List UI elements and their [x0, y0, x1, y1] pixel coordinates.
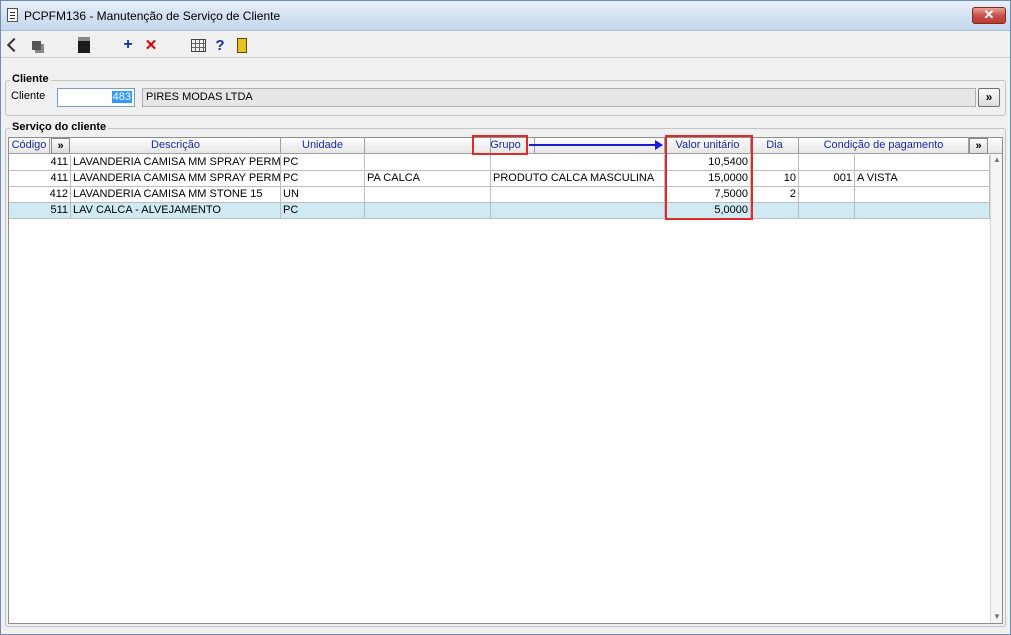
cell-dia[interactable] [751, 203, 799, 219]
add-icon[interactable]: + [119, 36, 137, 54]
scroll-down-icon[interactable]: ▼ [991, 611, 1003, 623]
cell-cond-cod[interactable] [799, 155, 855, 171]
cell-valor[interactable]: 7,5000 [665, 187, 751, 203]
servico-group-label: Serviço do cliente [10, 121, 109, 133]
col-codigo-expand-button[interactable]: » [51, 138, 70, 154]
export-icon[interactable] [5, 36, 23, 54]
col-grupo[interactable]: Grupo [477, 138, 535, 154]
cell-c4[interactable] [365, 155, 491, 171]
cell-dia[interactable]: 2 [751, 187, 799, 203]
cliente-group: Cliente Cliente 483 PIRES MODAS LTDA » [5, 73, 1006, 116]
table-row[interactable]: 412 LAVANDERIA CAMISA MM STONE 15 UN 7,5000… [9, 187, 990, 203]
cell-valor[interactable]: 5,0000 [665, 203, 751, 219]
cell-cond-desc[interactable] [855, 203, 990, 219]
cell-unidade[interactable]: PC [281, 171, 365, 187]
col-valor-unitario[interactable]: Valor unitário [665, 138, 751, 154]
copy-icon[interactable] [27, 36, 45, 54]
cell-c4[interactable]: PA CALCA [365, 171, 491, 187]
col-descricao[interactable]: Descrição [71, 138, 281, 154]
save-icon[interactable] [75, 36, 93, 54]
toolbar: + ✕ ? [1, 32, 1010, 58]
col-blank-1[interactable] [365, 138, 491, 154]
cell-codigo[interactable]: 511 [9, 203, 71, 219]
cell-c4[interactable] [365, 203, 491, 219]
app-window: PCPFM136 - Manutenção de Serviço de Clie… [0, 0, 1011, 635]
cell-grupo[interactable] [491, 155, 665, 171]
help-icon[interactable]: ? [211, 36, 229, 54]
cell-grupo[interactable]: PRODUTO CALCA MASCULINA [491, 171, 665, 187]
cliente-group-label: Cliente [10, 73, 51, 85]
cell-dia[interactable] [751, 155, 799, 171]
document-icon [7, 8, 18, 22]
cell-codigo[interactable]: 411 [9, 171, 71, 187]
cell-descricao[interactable]: LAVANDERIA CAMISA MM STONE 15 [71, 187, 281, 203]
col-blank-2[interactable] [535, 138, 665, 154]
window-title: PCPFM136 - Manutenção de Serviço de Clie… [24, 9, 281, 23]
cell-descricao[interactable]: LAVANDERIA CAMISA MM SPRAY PERMAN [71, 171, 281, 187]
cliente-field-label: Cliente [11, 90, 46, 102]
table-row[interactable]: 511 LAV CALCA - ALVEJAMENTO PC 5,0000 [9, 203, 990, 219]
cliente-code-value: 483 [111, 91, 132, 103]
exit-icon[interactable] [233, 36, 251, 54]
table-row[interactable]: 411 LAVANDERIA CAMISA MM SPRAY PERMAN PC 10… [9, 155, 990, 171]
cell-valor[interactable]: 10,5400 [665, 155, 751, 171]
col-condicao-pagamento[interactable]: Condição de pagamento [799, 138, 969, 154]
servico-group: Serviço do cliente Código » Descrição Un… [5, 121, 1006, 627]
cell-grupo[interactable] [491, 203, 665, 219]
cell-unidade[interactable]: PC [281, 203, 365, 219]
vertical-scrollbar[interactable]: ▲ ▼ [990, 154, 1002, 623]
cell-cond-desc[interactable] [855, 187, 990, 203]
cliente-more-button[interactable]: » [978, 88, 1000, 107]
cliente-code-input[interactable]: 483 [57, 88, 135, 107]
col-dia[interactable]: Dia [751, 138, 799, 154]
cell-cond-desc[interactable] [855, 155, 990, 171]
cliente-name-field: PIRES MODAS LTDA [142, 88, 976, 107]
grid-header: Código » Descrição Unidade Grupo Valor u… [9, 138, 1002, 154]
col-more-button[interactable]: » [969, 138, 988, 154]
cell-cond-cod[interactable]: 001 [799, 171, 855, 187]
servico-grid[interactable]: Código » Descrição Unidade Grupo Valor u… [8, 137, 1003, 624]
cell-codigo[interactable]: 411 [9, 155, 71, 171]
scroll-up-icon[interactable]: ▲ [991, 154, 1003, 166]
col-codigo[interactable]: Código [9, 138, 50, 154]
grid-icon[interactable] [189, 36, 207, 54]
cell-cond-cod[interactable] [799, 203, 855, 219]
cell-valor[interactable]: 15,0000 [665, 171, 751, 187]
cell-cond-desc[interactable]: A VISTA [855, 171, 990, 187]
cell-descricao[interactable]: LAVANDERIA CAMISA MM SPRAY PERMAN [71, 155, 281, 171]
cell-unidade[interactable]: UN [281, 187, 365, 203]
title-bar: PCPFM136 - Manutenção de Serviço de Clie… [1, 1, 1010, 31]
cell-c4[interactable] [365, 187, 491, 203]
col-unidade[interactable]: Unidade [281, 138, 365, 154]
cell-dia[interactable]: 10 [751, 171, 799, 187]
cell-grupo[interactable] [491, 187, 665, 203]
cell-cond-cod[interactable] [799, 187, 855, 203]
table-row[interactable]: 411 LAVANDERIA CAMISA MM SPRAY PERMAN PC PA… [9, 171, 990, 187]
cell-unidade[interactable]: PC [281, 155, 365, 171]
delete-icon[interactable]: ✕ [142, 36, 160, 54]
cell-descricao[interactable]: LAV CALCA - ALVEJAMENTO [71, 203, 281, 219]
close-button[interactable]: ✕ [972, 7, 1006, 24]
cell-codigo[interactable]: 412 [9, 187, 71, 203]
